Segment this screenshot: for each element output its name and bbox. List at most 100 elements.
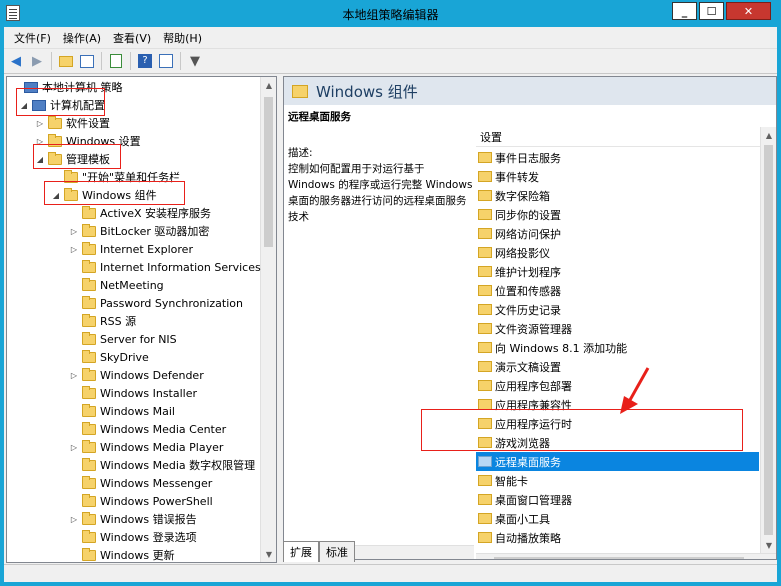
- folder-icon: [478, 494, 492, 505]
- tree-item[interactable]: ActiveX 安装程序服务: [69, 204, 211, 222]
- list-item[interactable]: 演示文稿设置: [476, 357, 759, 376]
- collapse-arrow-icon[interactable]: ▷: [69, 371, 79, 380]
- close-button[interactable]: ✕: [726, 2, 771, 20]
- collapse-arrow-icon[interactable]: ▷: [35, 137, 45, 146]
- scroll-down-arrow-icon[interactable]: ▼: [261, 546, 276, 562]
- list-item[interactable]: 数字保险箱: [476, 186, 759, 205]
- tree-item-label: RSS 源: [100, 315, 137, 328]
- tree-item[interactable]: ▷ Windows Media Player: [69, 438, 223, 456]
- expand-arrow-icon[interactable]: ◢: [19, 101, 29, 110]
- minimize-button[interactable]: _: [672, 2, 697, 20]
- tree-item[interactable]: ◢ 计算机配置: [19, 96, 105, 114]
- collapse-arrow-icon[interactable]: ▷: [69, 515, 79, 524]
- scroll-up-arrow-icon[interactable]: ▲: [761, 127, 776, 143]
- properties-icon[interactable]: [157, 52, 175, 70]
- list-item[interactable]: 自动播放策略: [476, 528, 759, 547]
- tree-item[interactable]: Windows Installer: [69, 384, 197, 402]
- list-item[interactable]: 桌面窗口管理器: [476, 490, 759, 509]
- list-item[interactable]: 桌面小工具: [476, 509, 759, 528]
- tree-item[interactable]: Internet Information Services: [69, 258, 261, 276]
- list-vertical-scrollbar[interactable]: ▲ ▼: [760, 127, 776, 553]
- menu-action[interactable]: 操作(A): [57, 30, 107, 46]
- list-item-label: 应用程序兼容性: [495, 398, 572, 412]
- scroll-up-arrow-icon[interactable]: ▲: [261, 77, 276, 93]
- collapse-arrow-icon[interactable]: ▷: [35, 119, 45, 128]
- list-item[interactable]: 事件转发: [476, 167, 759, 186]
- tree-item[interactable]: Password Synchronization: [69, 294, 243, 312]
- list-item[interactable]: 游戏浏览器: [476, 433, 759, 452]
- tree-item[interactable]: ◢ Windows 组件: [51, 186, 157, 204]
- scroll-right-arrow-icon[interactable]: ▶: [744, 554, 760, 560]
- list-item-label: 桌面小工具: [495, 512, 550, 526]
- forward-arrow-icon[interactable]: ▶: [28, 52, 46, 70]
- expand-arrow-icon[interactable]: ◢: [35, 155, 45, 164]
- menu-view[interactable]: 查看(V): [107, 30, 157, 46]
- list-item[interactable]: 应用程序兼容性: [476, 395, 759, 414]
- tab-extended[interactable]: 扩展: [283, 541, 319, 562]
- folder-icon: [82, 493, 96, 507]
- tree-item[interactable]: ▷ Windows Defender: [69, 366, 204, 384]
- collapse-arrow-icon[interactable]: ▷: [69, 245, 79, 254]
- list-item[interactable]: 网络投影仪: [476, 243, 759, 262]
- list-item[interactable]: 文件历史记录: [476, 300, 759, 319]
- menu-file[interactable]: 文件(F): [8, 30, 57, 46]
- tree-item[interactable]: ◢ 管理模板: [35, 150, 110, 168]
- collapse-arrow-icon[interactable]: ▷: [69, 443, 79, 452]
- list-item[interactable]: 维护计划程序: [476, 262, 759, 281]
- filter-icon[interactable]: ▼: [186, 52, 204, 70]
- tree-item[interactable]: ▷ Windows 错误报告: [69, 510, 197, 528]
- folder-icon: [478, 152, 492, 163]
- tree-item[interactable]: Windows Mail: [69, 402, 175, 420]
- list-item-label: 维护计划程序: [495, 265, 561, 279]
- tab-standard[interactable]: 标准: [319, 541, 355, 562]
- collapse-arrow-icon[interactable]: ▷: [69, 227, 79, 236]
- tree-item[interactable]: ▷ BitLocker 驱动器加密: [69, 222, 209, 240]
- scroll-thumb[interactable]: [494, 557, 744, 559]
- list-item[interactable]: 智能卡: [476, 471, 759, 490]
- list-item[interactable]: 网络访问保护: [476, 224, 759, 243]
- tree-item[interactable]: Windows 更新: [69, 546, 175, 562]
- tree-item[interactable]: NetMeeting: [69, 276, 164, 294]
- show-hide-tree-icon[interactable]: [78, 52, 96, 70]
- tree-item[interactable]: Windows PowerShell: [69, 492, 213, 510]
- list-item[interactable]: 同步你的设置: [476, 205, 759, 224]
- export-list-icon[interactable]: [107, 52, 125, 70]
- list-item[interactable]: 事件日志服务: [476, 148, 759, 167]
- tree-item[interactable]: ▷ Windows 设置: [35, 132, 141, 150]
- menu-help[interactable]: 帮助(H): [157, 30, 208, 46]
- tree-item[interactable]: Windows Media Center: [69, 420, 226, 438]
- expand-arrow-icon[interactable]: ◢: [51, 191, 61, 200]
- list-item[interactable]: 位置和传感器: [476, 281, 759, 300]
- tree-item[interactable]: Windows Messenger: [69, 474, 212, 492]
- folder-icon: [82, 547, 96, 561]
- tree-item[interactable]: 本地计算机 策略: [11, 78, 123, 96]
- tree-item[interactable]: "开始"菜单和任务栏: [51, 168, 180, 186]
- tree-vertical-scrollbar[interactable]: ▲ ▼: [260, 77, 276, 562]
- list-item[interactable]: 应用程序运行时: [476, 414, 759, 433]
- scroll-down-arrow-icon[interactable]: ▼: [761, 537, 776, 553]
- folder-icon: [82, 529, 96, 543]
- list-item[interactable]: 远程桌面服务: [476, 452, 759, 471]
- tree-item[interactable]: ▷ Internet Explorer: [69, 240, 193, 258]
- list-item[interactable]: 应用程序包部署: [476, 376, 759, 395]
- tree-item[interactable]: Server for NIS: [69, 330, 177, 348]
- settings-column-header[interactable]: 设置: [476, 127, 776, 147]
- tree-item[interactable]: RSS 源: [69, 312, 136, 330]
- maximize-button[interactable]: ☐: [699, 2, 724, 20]
- list-horizontal-scrollbar[interactable]: ◀ ▶: [476, 553, 776, 560]
- scroll-thumb[interactable]: [264, 97, 273, 247]
- list-item[interactable]: 文件资源管理器: [476, 319, 759, 338]
- list-item[interactable]: 向 Windows 8.1 添加功能: [476, 338, 759, 357]
- folder-icon: [48, 133, 62, 147]
- scroll-thumb[interactable]: [764, 145, 773, 535]
- scroll-left-arrow-icon[interactable]: ◀: [476, 554, 492, 560]
- help-icon[interactable]: ?: [136, 52, 154, 70]
- tree-item[interactable]: SkyDrive: [69, 348, 149, 366]
- tree-item[interactable]: ▷ 软件设置: [35, 114, 110, 132]
- tree-item[interactable]: Windows 登录选项: [69, 528, 197, 546]
- title-bar[interactable]: 本地组策略编辑器 _ ☐ ✕: [0, 0, 781, 27]
- tree-pane[interactable]: ▲ ▼ 本地计算机 策略 ◢ 计算机配置 ▷ 软件设置 ▷ Windows 设置 ◢ 管理模板 "…: [6, 76, 277, 563]
- tree-item[interactable]: Windows Media 数字权限管理: [69, 456, 255, 474]
- back-arrow-icon[interactable]: ◀: [7, 52, 25, 70]
- up-folder-icon[interactable]: [57, 52, 75, 70]
